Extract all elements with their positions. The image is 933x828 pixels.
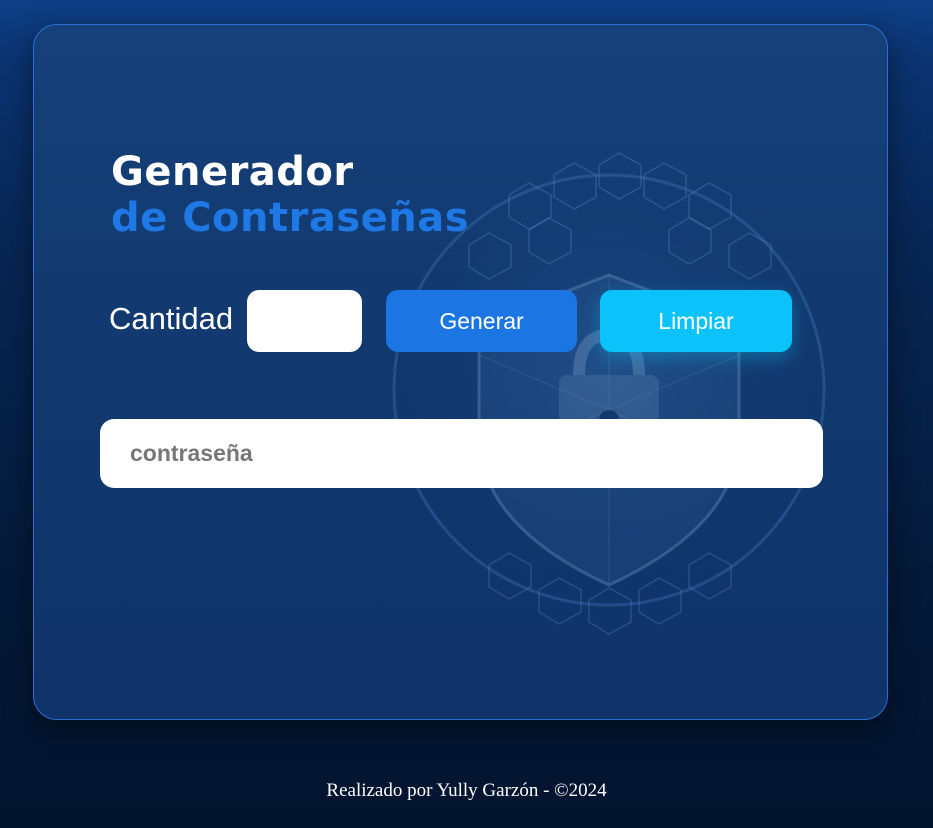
generate-button[interactable]: Generar (386, 290, 577, 352)
clear-button[interactable]: Limpiar (600, 290, 792, 352)
title-line-primary: Generador (111, 149, 354, 195)
generator-card: Generador de Contraseñas Cantidad Genera… (33, 24, 888, 720)
page-title: Generador de Contraseñas (111, 149, 469, 241)
title-line-accent: de Contraseñas (111, 195, 470, 241)
footer-credit: Realizado por Yully Garzón - ©2024 (326, 780, 607, 801)
quantity-input[interactable] (247, 290, 362, 352)
password-output-field[interactable] (100, 419, 823, 488)
quantity-label: Cantidad (109, 301, 234, 336)
